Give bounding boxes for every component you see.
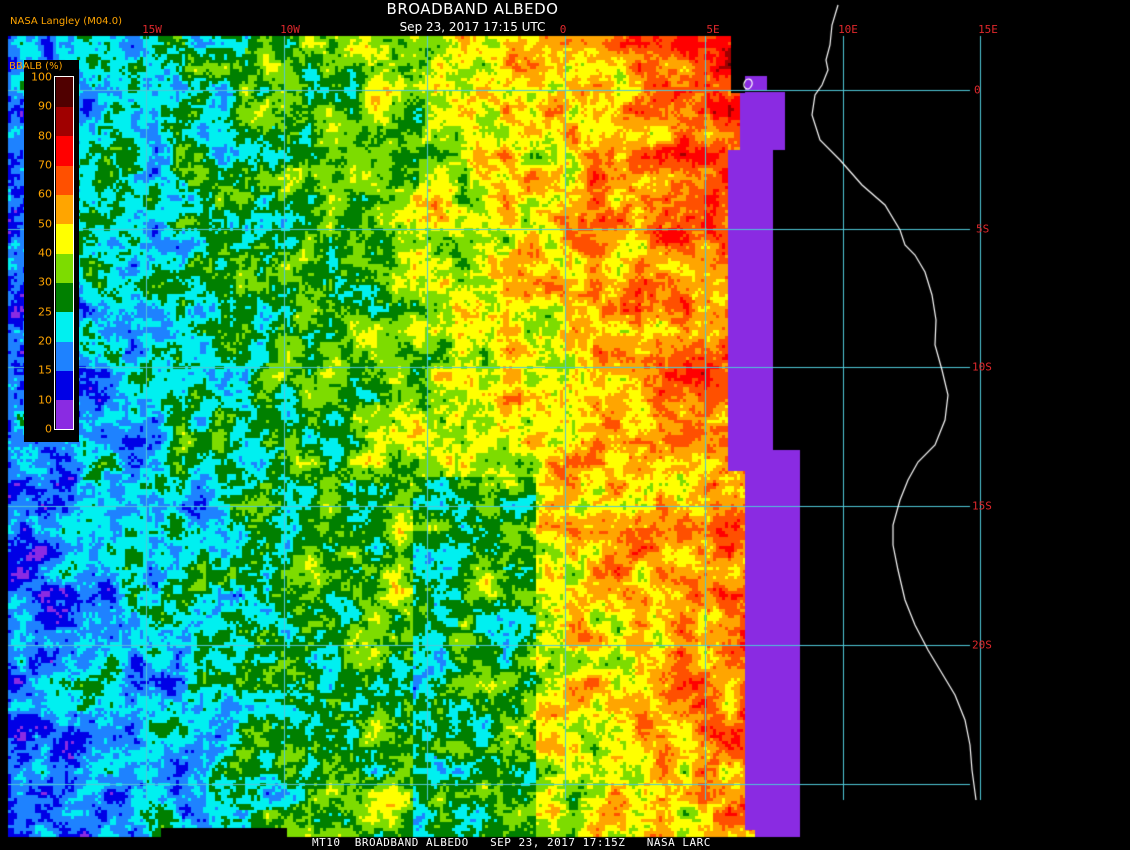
legend-tick-label: 15 — [38, 363, 52, 377]
org-label: NASA Langley (M04.0) — [10, 16, 122, 27]
legend-tick-label: 90 — [38, 99, 52, 113]
footer-caption: MT10 BROADBAND ALBEDO SEP 23, 2017 17:15… — [312, 836, 711, 849]
legend-tick-label: 10 — [38, 393, 52, 407]
lat-label-5s: 5S — [976, 222, 990, 236]
legend-tick-label: 70 — [38, 158, 52, 172]
legend-tick-label: 0 — [45, 422, 52, 436]
lat-label-0: 0 — [974, 83, 981, 97]
legend-tick-label: 100 — [31, 70, 52, 84]
lon-label-15e: 15E — [978, 23, 998, 36]
legend-tick-label: 20 — [38, 334, 52, 348]
albedo-map-canvas — [0, 0, 1130, 850]
legend-tick-label: 50 — [38, 217, 52, 231]
lon-label-15w: 15W — [142, 23, 162, 36]
lat-label-10s: 10S — [972, 360, 992, 374]
lon-label-10w: 10W — [280, 23, 300, 36]
legend-tick-label: 60 — [38, 187, 52, 201]
legend-tick-label: 30 — [38, 275, 52, 289]
map-title: BROADBAND ALBEDO — [386, 0, 559, 18]
lon-label-0: 0 — [559, 23, 567, 36]
legend-frame — [54, 76, 74, 430]
legend-tick-label: 25 — [38, 305, 52, 319]
lat-label-20s: 20S — [972, 638, 992, 652]
lon-label-10e: 10E — [838, 23, 858, 36]
lon-label-5e: 5E — [706, 23, 720, 36]
lat-label-15s: 15S — [972, 499, 992, 513]
legend-tick-label: 80 — [38, 129, 52, 143]
legend-tick-label: 40 — [38, 246, 52, 260]
